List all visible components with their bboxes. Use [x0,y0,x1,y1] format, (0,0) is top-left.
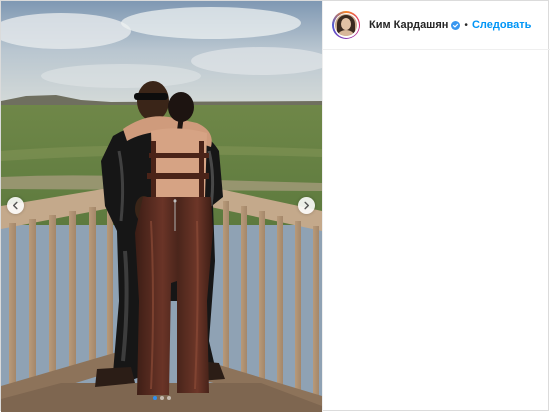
carousel-dots [1,396,322,400]
post-modal: Ким Кардашян • Следовать [0,0,550,412]
header-separator: • [464,19,468,31]
carousel-dot-2 [159,396,164,400]
avatar[interactable] [335,14,357,36]
chevron-left-icon [12,201,18,210]
carousel-dot-3 [166,396,171,400]
post-photo[interactable] [1,1,322,412]
carousel-dot-1 [152,396,157,400]
verified-badge-icon [451,20,461,30]
post-side-panel: Ким Кардашян • Следовать [322,1,550,412]
username-link[interactable]: Ким Кардашян [369,19,448,31]
carousel-next-button[interactable] [298,197,315,214]
post-header: Ким Кардашян • Следовать [323,1,550,50]
carousel-prev-button[interactable] [7,197,24,214]
photo-scene [1,1,322,412]
follow-button[interactable]: Следовать [472,19,532,31]
story-ring[interactable] [332,11,360,39]
chevron-right-icon [304,201,310,210]
